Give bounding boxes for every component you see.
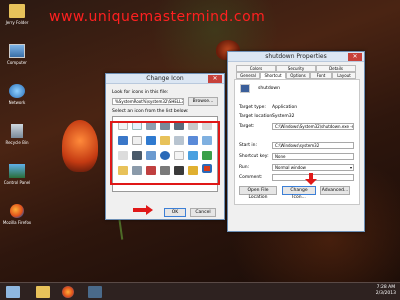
target-field[interactable]: C:\Windows\System32\shutdown.exe -s -t 0… bbox=[272, 123, 354, 130]
tab-general[interactable]: General bbox=[236, 72, 260, 79]
change-icon-titlebar: Change Icon ✕ bbox=[106, 74, 224, 84]
firefox-icon bbox=[10, 204, 24, 218]
shortcut-key-field[interactable]: None bbox=[272, 153, 354, 160]
run-select-value: Normal window bbox=[275, 165, 306, 170]
ok-button[interactable]: OK bbox=[164, 208, 186, 217]
target-label: Target: bbox=[239, 124, 255, 129]
shortcut-app-icon bbox=[240, 84, 250, 93]
flower-image bbox=[62, 120, 98, 172]
folder-icon bbox=[9, 4, 25, 18]
close-button[interactable]: ✕ bbox=[208, 75, 222, 83]
desktop-icon-label: Mozilla Firefox bbox=[2, 220, 32, 225]
tab-font[interactable]: Font bbox=[310, 72, 332, 79]
shutdown-properties-window: shutdown Properties ✕ Colors Security De… bbox=[227, 51, 365, 232]
target-location-value: System32 bbox=[272, 114, 295, 119]
tab-options[interactable]: Options bbox=[286, 72, 310, 79]
desktop-icon-label: Computer bbox=[7, 60, 27, 65]
tab-security[interactable]: Security bbox=[276, 65, 316, 72]
run-label: Run: bbox=[239, 165, 250, 170]
close-button[interactable]: ✕ bbox=[348, 53, 362, 61]
advanced-button[interactable]: Advanced... bbox=[320, 186, 350, 195]
watermark-text: www.uniquemastermind.com bbox=[49, 9, 266, 25]
desktop-icon-label: Control Panel bbox=[3, 180, 31, 185]
taskbar: 7:28 AM 2/3/2013 bbox=[0, 282, 400, 300]
desktop-icon-firefox[interactable]: Mozilla Firefox bbox=[2, 204, 32, 225]
target-location-label: Target location: bbox=[239, 114, 274, 119]
desktop-icon-folder[interactable]: Jerry Folder bbox=[2, 4, 32, 25]
start-in-label: Start in: bbox=[239, 143, 258, 148]
desktop-icon-computer[interactable]: Computer bbox=[2, 44, 32, 65]
open-file-location-button[interactable]: Open File Location bbox=[239, 186, 277, 200]
desktop-icon-label: Jerry Folder bbox=[5, 20, 29, 25]
properties-titlebar: shutdown Properties ✕ bbox=[228, 52, 364, 62]
desktop-icon-network[interactable]: Network bbox=[2, 84, 32, 105]
computer-icon bbox=[9, 44, 25, 58]
desktop-icon-label: Recycle Bin bbox=[5, 140, 29, 145]
run-select[interactable]: Normal window ▾ bbox=[272, 164, 354, 171]
firefox-icon[interactable] bbox=[62, 286, 74, 298]
annotation-highlight-box bbox=[110, 121, 220, 185]
target-type-value: Application bbox=[272, 105, 298, 110]
icon-file-path-field[interactable]: %SystemRoot%\system32\SHELL32 bbox=[112, 98, 184, 105]
system-clock[interactable]: 7:28 AM 2/3/2013 bbox=[376, 285, 396, 297]
network-icon bbox=[9, 84, 25, 98]
tab-layout[interactable]: Layout bbox=[332, 72, 356, 79]
annotation-arrow-down bbox=[305, 179, 317, 185]
cancel-button[interactable]: Cancel bbox=[190, 208, 216, 217]
desktop-icon-label: Network bbox=[8, 100, 26, 105]
ie-icon[interactable] bbox=[6, 286, 20, 298]
start-in-field[interactable]: C:\Windows\system32 bbox=[272, 142, 354, 149]
target-type-label: Target type: bbox=[239, 105, 266, 110]
file-explorer-icon[interactable] bbox=[36, 286, 50, 298]
desktop-icon-control-panel[interactable]: Control Panel bbox=[2, 164, 32, 185]
tab-colors[interactable]: Colors bbox=[236, 65, 276, 72]
change-icon-button[interactable]: Change Icon... bbox=[282, 186, 316, 200]
dialog-title: Change Icon bbox=[146, 75, 184, 82]
control-panel-icon bbox=[9, 164, 25, 178]
recycle-bin-icon bbox=[11, 124, 23, 138]
shortcut-key-label: Shortcut key: bbox=[239, 154, 269, 159]
look-for-label: Look for icons in this file: bbox=[112, 90, 169, 95]
chevron-down-icon: ▾ bbox=[349, 165, 352, 170]
annotation-arrow-right bbox=[146, 205, 153, 215]
tab-details[interactable]: Details bbox=[316, 65, 356, 72]
browse-button[interactable]: Browse... bbox=[188, 97, 218, 106]
select-icon-label: Select an icon from the list below: bbox=[112, 109, 189, 114]
shortcut-name: shutdown bbox=[258, 86, 280, 91]
window-title: shutdown Properties bbox=[265, 53, 327, 60]
taskbar-window-icon[interactable] bbox=[88, 286, 102, 298]
clock-date: 2/3/2013 bbox=[375, 291, 396, 296]
change-icon-dialog: Change Icon ✕ Look for icons in this fil… bbox=[105, 73, 225, 220]
annotation-arrow-shaft bbox=[133, 208, 147, 212]
tab-shortcut[interactable]: Shortcut bbox=[260, 72, 286, 79]
desktop-icon-recycle-bin[interactable]: Recycle Bin bbox=[2, 124, 32, 145]
comment-label: Comment: bbox=[239, 175, 263, 180]
